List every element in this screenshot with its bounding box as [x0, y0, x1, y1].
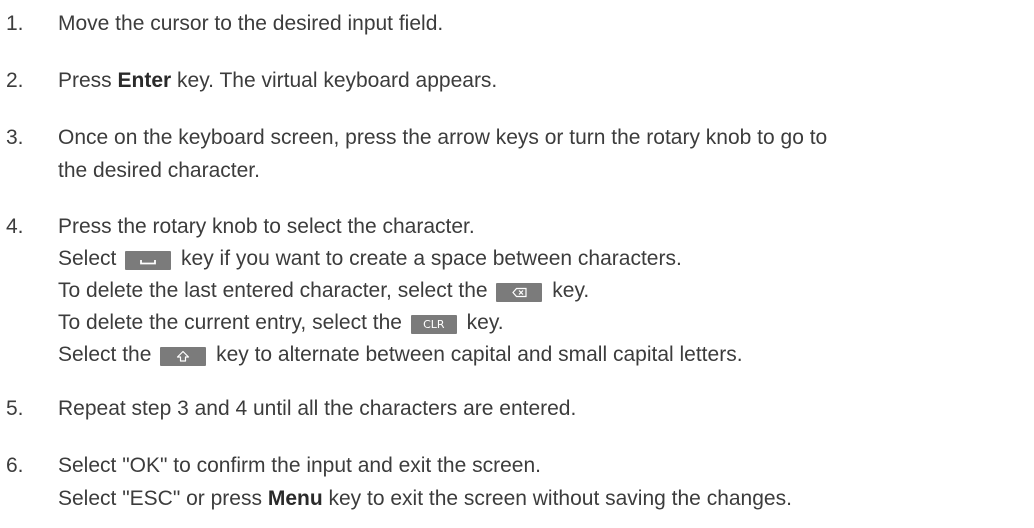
- clr-key-instruction: To delete the current entry, select the …: [58, 311, 504, 334]
- enter-key-label: Enter: [117, 69, 172, 92]
- step-text-line-1: Press the rotary knob to select the char…: [58, 215, 475, 238]
- step-text: Move the cursor to the desired input fie…: [58, 12, 444, 35]
- space-bar-icon: [125, 250, 172, 270]
- step-text-line-1: Once on the keyboard screen, press the a…: [58, 126, 828, 149]
- clear-key-icon: CLR: [410, 314, 457, 334]
- step-text: Repeat step 3 and 4 until all the charac…: [58, 397, 577, 420]
- step-text-line-2: Select "ESC" or press Menu key to exit t…: [58, 487, 792, 510]
- space-key-instruction: Select key if you want to create a space…: [58, 247, 682, 270]
- step-text: Press Enter key. The virtual keyboard ap…: [58, 69, 498, 92]
- shift-arrow-icon: [160, 346, 207, 366]
- backspace-key-instruction: To delete the last entered character, se…: [58, 279, 590, 302]
- menu-key-label: Menu: [267, 487, 323, 510]
- step-text-line-1: Select "OK" to confirm the input and exi…: [58, 454, 541, 477]
- shift-key-instruction: Select the key to alternate between capi…: [58, 343, 743, 366]
- step-number: 3.: [6, 126, 24, 149]
- backspace-icon: [496, 282, 543, 302]
- step-text-line-2: the desired character.: [58, 159, 260, 182]
- step-number: 1.: [6, 12, 24, 35]
- step-number: 2.: [6, 69, 24, 92]
- step-number: 4.: [6, 215, 24, 238]
- step-number: 6.: [6, 454, 24, 477]
- step-number: 5.: [6, 397, 24, 420]
